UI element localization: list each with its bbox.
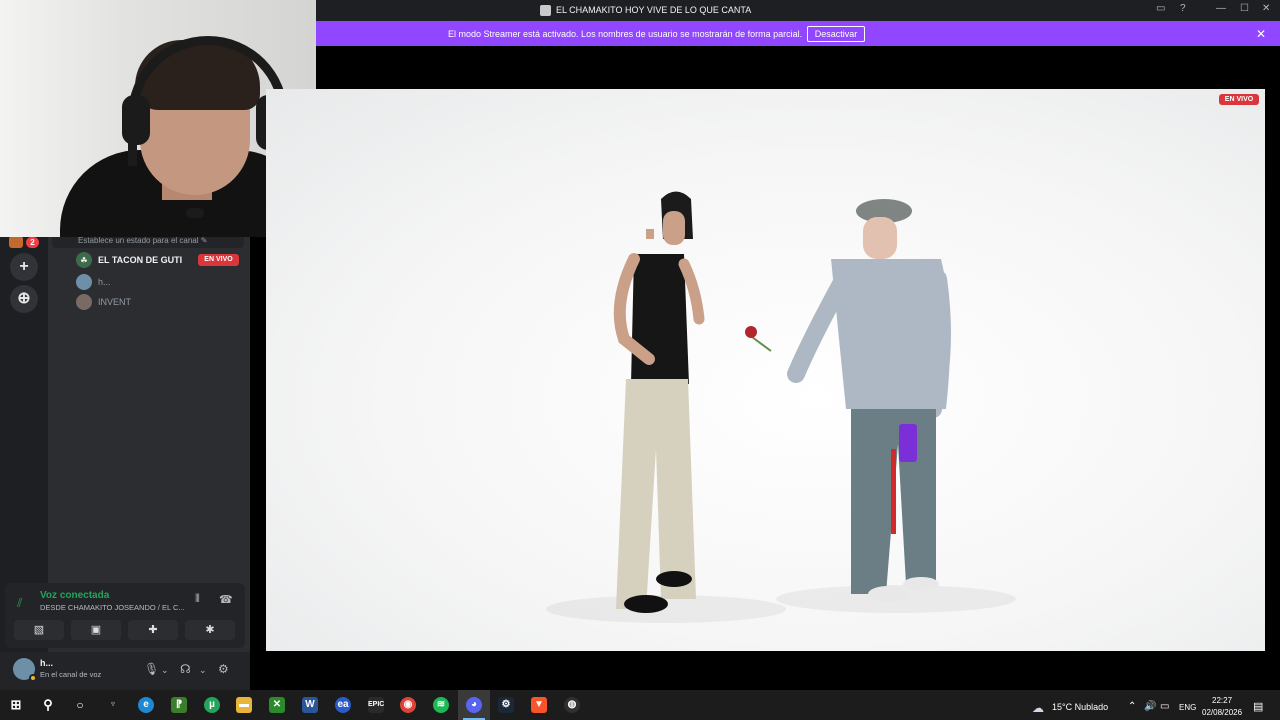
speaker-icon[interactable]: 🔊: [1144, 701, 1156, 712]
soundboard-icon: ✱: [205, 624, 215, 636]
screen-share-icon: ▣: [90, 624, 102, 636]
weather-text[interactable]: 15°C Nublado: [1052, 702, 1108, 712]
file-explorer-icon[interactable]: ▬: [236, 697, 252, 713]
camera-button[interactable]: ▧: [14, 620, 64, 640]
utorrent-icon[interactable]: ⁋: [171, 697, 187, 713]
cloud-icon[interactable]: ☁: [1032, 701, 1044, 715]
cortana-icon[interactable]: ○: [72, 697, 88, 713]
notification-badge: 2: [26, 237, 39, 248]
discord-icon[interactable]: ◕: [466, 697, 482, 713]
ea-icon[interactable]: ea: [335, 697, 351, 713]
user-panel: h... En el canal de voz 🎙 ⌄ ☊ ⌄ ⚙: [0, 652, 250, 690]
steam-icon[interactable]: ⚙: [498, 697, 514, 713]
search-icon[interactable]: ⚲: [40, 697, 56, 713]
maximize-icon[interactable]: ☐: [1240, 3, 1249, 14]
edge-icon[interactable]: e: [138, 697, 154, 713]
clock-time[interactable]: 22:27: [1212, 696, 1232, 705]
username[interactable]: h...: [40, 658, 53, 668]
live-badge: EN VIVO: [198, 254, 239, 266]
clock-date[interactable]: 02/08/2026: [1202, 708, 1242, 717]
disable-streamer-mode-button[interactable]: Desactivar: [807, 26, 865, 42]
notification-icon[interactable]: ▤: [1253, 700, 1263, 713]
game-controller-icon[interactable]: ♆: [105, 697, 121, 713]
brave-icon[interactable]: ▼: [531, 697, 547, 713]
avatar: [76, 294, 92, 310]
stream-video[interactable]: [266, 89, 1265, 651]
screen-share-button[interactable]: ▣: [71, 620, 121, 640]
video-frame: [546, 191, 1016, 623]
disconnect-icon[interactable]: ☎: [219, 593, 233, 606]
voice-user-row[interactable]: h...: [76, 273, 111, 291]
voice-user-row[interactable]: INVENT: [76, 293, 131, 311]
xbox-icon[interactable]: ✕: [269, 697, 285, 713]
help-icon[interactable]: ?: [1180, 3, 1186, 14]
window-titlebar: [316, 0, 1280, 21]
soundboard-button[interactable]: ✱: [185, 620, 235, 640]
noise-suppression-icon[interactable]: ⦀: [195, 593, 200, 606]
channel-status-placeholder: Establece un estado para el canal: [78, 236, 199, 245]
window-title: EL CHAMAKITO HOY VIVE DE LO QUE CANTA: [556, 5, 752, 15]
chrome-icon[interactable]: ◉: [400, 697, 416, 713]
avatar: [76, 274, 92, 290]
chevron-up-icon[interactable]: ⌃: [1128, 701, 1136, 712]
discover-button[interactable]: ⊕: [10, 285, 38, 313]
obs-icon[interactable]: ◍: [564, 697, 580, 713]
activities-button[interactable]: ✚: [128, 620, 178, 640]
channel-icon: [540, 5, 551, 16]
pencil-icon: ✎: [200, 236, 208, 245]
voice-user-name: EL TACON DE GUTI: [98, 255, 183, 265]
chevron-down-icon[interactable]: ⌄: [199, 665, 207, 676]
camera-off-icon: ▧: [33, 624, 45, 636]
network-icon[interactable]: ▭: [1160, 701, 1169, 712]
utorrent-icon[interactable]: µ: [204, 697, 220, 713]
spotify-icon[interactable]: ≋: [433, 697, 449, 713]
word-icon[interactable]: W: [302, 697, 318, 713]
close-icon[interactable]: ✕: [1256, 27, 1266, 41]
microphone-icon[interactable]: 🎙: [144, 662, 159, 676]
voice-connected-panel: ⫽ Voz conectada DESDE CHAMAKITO JOSEANDO…: [5, 583, 245, 648]
voice-user-name: INVENT: [98, 297, 132, 307]
activities-icon: ✚: [148, 624, 158, 636]
inbox-icon[interactable]: ▭: [1156, 3, 1165, 14]
compass-icon: ⊕: [17, 290, 31, 307]
user-status: En el canal de voz: [40, 670, 102, 679]
minimize-icon[interactable]: —: [1216, 3, 1226, 14]
streamer-mode-message: El modo Streamer está activado. Los nomb…: [448, 29, 803, 39]
close-icon[interactable]: ✕: [1262, 3, 1270, 14]
epic-games-icon[interactable]: EPIC: [368, 697, 384, 713]
chevron-down-icon[interactable]: ⌄: [161, 665, 169, 676]
language-indicator[interactable]: ENG: [1179, 703, 1196, 712]
signal-icon[interactable]: ⫽: [17, 596, 22, 611]
windows-start-icon[interactable]: ⊞: [8, 697, 24, 713]
live-badge: EN VIVO: [1219, 94, 1259, 105]
headphones-icon[interactable]: ☊: [180, 662, 191, 676]
voice-connected-title: Voz conectada: [40, 590, 110, 601]
add-server-button[interactable]: +: [10, 253, 38, 281]
settings-gear-icon[interactable]: ⚙: [218, 662, 229, 676]
status-indicator: [29, 674, 37, 682]
voice-channel-name[interactable]: DESDE CHAMAKITO JOSEANDO / EL C...: [40, 603, 185, 612]
avatar: ☘: [76, 252, 92, 268]
plus-icon: +: [19, 258, 29, 275]
voice-user-row[interactable]: ☘ EL TACON DE GUTI: [76, 251, 182, 269]
server-avatar[interactable]: [9, 236, 23, 248]
voice-user-name: h...: [98, 277, 111, 287]
